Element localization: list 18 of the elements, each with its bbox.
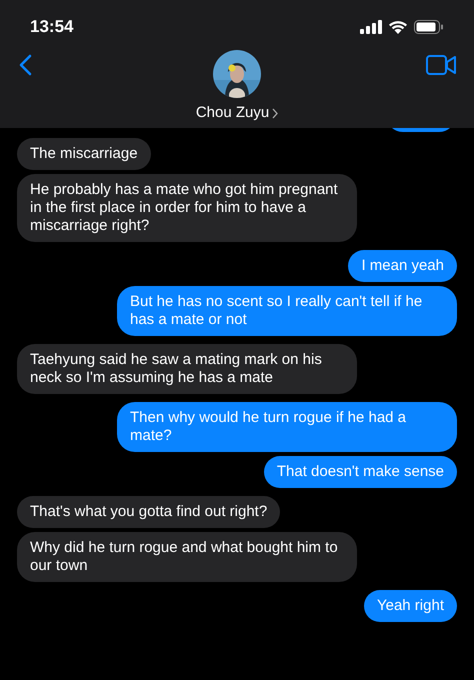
- back-icon[interactable]: [18, 54, 32, 76]
- message-bubble: But he has no scent so I really can't tell if he has a mate or not: [117, 286, 457, 336]
- message-bubble: Yeah right: [364, 590, 457, 622]
- contact-name[interactable]: Chou Zuyu: [196, 102, 270, 124]
- message-bubble: Then why would he turn rogue if he had a mate?: [117, 402, 457, 452]
- message-bubble: That's what you gotta find out right?: [17, 496, 280, 528]
- wifi-icon: [388, 20, 408, 34]
- message-bubble: Why did he turn rogue and what bought him to our town: [17, 532, 357, 582]
- message-bubble: Taehyung said he saw a mating mark on his neck so I'm assuming he has a mate: [17, 344, 357, 394]
- status-time: 13:54: [30, 16, 74, 38]
- message-bubble: That doesn't make sense: [264, 456, 457, 488]
- message-bubble: I mean yeah: [348, 250, 457, 282]
- battery-icon: [414, 20, 444, 34]
- signal-icon: [360, 20, 382, 34]
- message-bubble: The miscarriage: [17, 138, 151, 170]
- message-bubble: He probably has a mate who got him pregnant in the first place in order for him to have a miscarriage right?: [17, 174, 357, 242]
- video-call-icon[interactable]: [426, 54, 456, 76]
- chevron-icon[interactable]: [272, 108, 278, 119]
